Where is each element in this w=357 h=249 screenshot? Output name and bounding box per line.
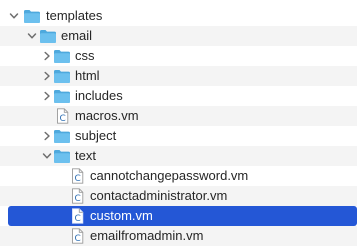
tree-item-label: css [75, 48, 95, 63]
tree-item-label: html [75, 68, 100, 83]
chevron-right-icon[interactable] [41, 90, 53, 102]
chevron-down-icon[interactable] [8, 10, 20, 22]
svg-text:C: C [59, 114, 65, 124]
folder-icon [53, 68, 71, 84]
svg-text:C: C [74, 234, 80, 244]
svg-text:C: C [74, 174, 80, 184]
velocity-file-icon: C [71, 168, 84, 184]
tree-item-custom-vm[interactable]: C custom.vm [8, 206, 357, 226]
chevron-down-icon[interactable] [41, 150, 53, 162]
folder-icon [53, 128, 71, 144]
tree-item-text[interactable]: text [0, 146, 357, 166]
folder-icon [53, 48, 71, 64]
tree-item-label: subject [75, 128, 117, 143]
tree-item-email[interactable]: email [0, 26, 357, 46]
tree-item-html[interactable]: html [0, 66, 357, 86]
tree-item-macros-vm[interactable]: C macros.vm [0, 106, 357, 126]
chevron-right-icon[interactable] [41, 130, 53, 142]
folder-icon [39, 28, 57, 44]
tree-item-subject[interactable]: subject [0, 126, 357, 146]
tree-item-css[interactable]: css [0, 46, 357, 66]
chevron-right-icon[interactable] [41, 50, 53, 62]
tree-item-label: macros.vm [75, 108, 139, 123]
chevron-right-icon[interactable] [41, 70, 53, 82]
tree-item-label: templates [46, 8, 103, 23]
velocity-file-icon: C [71, 188, 84, 204]
tree-item-label: cannotchangepassword.vm [90, 168, 249, 183]
tree-item-label: email [61, 28, 93, 43]
tree-item-label: emailfromadmin.vm [90, 228, 204, 243]
svg-text:C: C [74, 194, 80, 204]
chevron-down-icon[interactable] [26, 30, 38, 42]
velocity-file-icon: C [71, 208, 84, 224]
velocity-file-icon: C [56, 108, 69, 124]
tree-item-templates[interactable]: templates [0, 6, 357, 26]
tree-item-emailfromadmin-vm[interactable]: C emailfromadmin.vm [0, 226, 357, 246]
tree-item-label: text [75, 148, 96, 163]
folder-icon [23, 8, 41, 24]
tree-item-cannotchangepassword-vm[interactable]: C cannotchangepassword.vm [0, 166, 357, 186]
velocity-file-icon: C [71, 228, 84, 244]
project-file-tree: templates email css html includes C macr… [0, 0, 357, 249]
svg-text:C: C [74, 214, 80, 224]
tree-item-label: custom.vm [90, 208, 153, 223]
folder-icon [53, 148, 71, 164]
folder-icon [53, 88, 71, 104]
tree-item-contactadministrator-vm[interactable]: C contactadministrator.vm [0, 186, 357, 206]
tree-item-label: contactadministrator.vm [90, 188, 228, 203]
tree-item-includes[interactable]: includes [0, 86, 357, 106]
tree-item-label: includes [75, 88, 123, 103]
